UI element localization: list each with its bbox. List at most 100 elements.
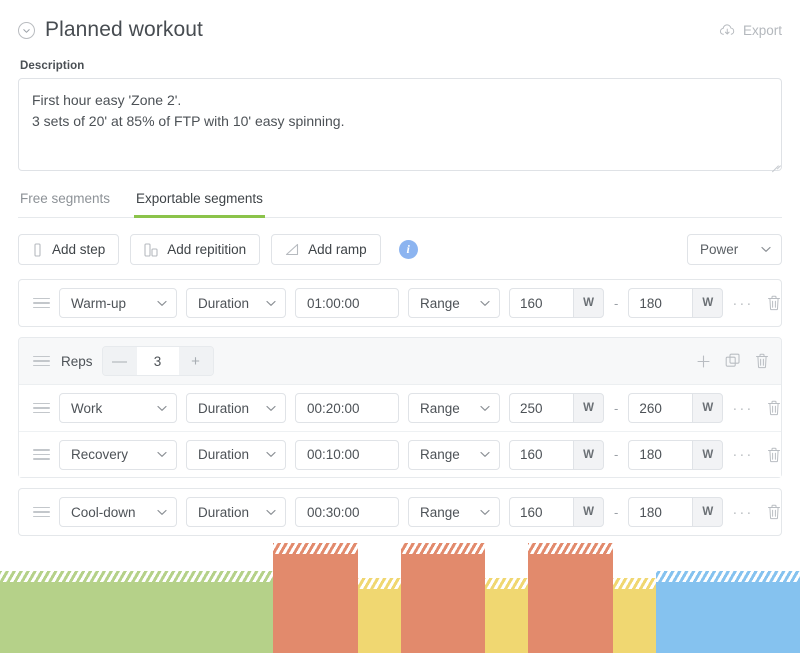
segment-type-value: Cool-down: [71, 504, 136, 520]
add-step-button[interactable]: Add step: [18, 234, 120, 265]
reps-actions: [696, 353, 769, 369]
drag-handle-icon[interactable]: [33, 297, 50, 309]
range-dash: -: [614, 295, 619, 311]
chevron-down-icon: [480, 300, 490, 307]
metric-select[interactable]: Power: [687, 234, 782, 265]
planned-workout-panel: Planned workout Export Description First…: [0, 0, 800, 653]
target-high-group: 180 W: [628, 288, 724, 318]
chevron-down-circle-icon[interactable]: [18, 21, 35, 39]
chart-bar[interactable]: [528, 543, 613, 653]
reps-decrement-button[interactable]: —: [102, 347, 137, 375]
segment-type-select[interactable]: Work: [59, 393, 177, 423]
chevron-down-icon: [266, 509, 276, 516]
chart-bar-body: [655, 570, 800, 653]
delete-group-icon[interactable]: [755, 353, 769, 369]
chart-bar[interactable]: [400, 543, 486, 653]
duration-mode-select[interactable]: Duration: [186, 288, 286, 318]
add-to-group-icon[interactable]: [696, 354, 711, 369]
chart-bar[interactable]: [485, 543, 529, 653]
delete-row-icon[interactable]: [767, 504, 781, 520]
add-repetition-button[interactable]: Add repitition: [130, 234, 261, 265]
target-mode-value: Range: [420, 295, 460, 311]
target-high-input[interactable]: 180: [628, 439, 693, 470]
duration-mode-value: Duration: [198, 295, 250, 311]
chevron-down-icon: [157, 405, 167, 412]
target-low-group: 250 W: [509, 393, 604, 423]
target-high-input[interactable]: 260: [628, 393, 693, 423]
add-repetition-label: Add repitition: [167, 242, 247, 257]
panel-header: Planned workout Export: [0, 0, 800, 50]
target-low-input[interactable]: 160: [509, 497, 573, 527]
chevron-down-icon: [157, 509, 167, 516]
more-options-button[interactable]: ···: [732, 505, 753, 520]
row-actions: ···: [732, 295, 781, 311]
delete-row-icon[interactable]: [767, 447, 781, 463]
duplicate-group-icon[interactable]: [725, 353, 741, 369]
segment-tabs: Free segments Exportable segments: [18, 187, 782, 218]
target-high-unit: W: [692, 393, 724, 423]
description-textarea[interactable]: First hour easy 'Zone 2'. 3 sets of 20' …: [18, 78, 782, 171]
duration-mode-select[interactable]: Duration: [186, 497, 286, 527]
target-mode-select[interactable]: Range: [408, 439, 500, 470]
chart-bar[interactable]: [612, 543, 656, 653]
chart-bar-body: [272, 543, 358, 653]
repetition-group: Reps — 3 + Work Duration 00:20:00 Range …: [18, 337, 782, 478]
chart-bar-body: [357, 578, 401, 653]
reps-count-input[interactable]: 3: [136, 347, 179, 375]
segment-type-value: Warm-up: [71, 295, 127, 311]
table-row: Warm-up Duration 01:00:00 Range 160 W -: [19, 280, 781, 326]
chevron-down-icon: [480, 451, 490, 458]
target-low-input[interactable]: 160: [509, 288, 573, 318]
target-low-input[interactable]: 250: [509, 393, 573, 423]
segment-type-select[interactable]: Warm-up: [59, 288, 177, 318]
chart-bar-body: [528, 543, 613, 653]
chart-bar[interactable]: [655, 543, 800, 653]
add-ramp-button[interactable]: Add ramp: [271, 234, 381, 265]
duration-input[interactable]: 00:10:00: [295, 439, 399, 470]
chart-bar[interactable]: [272, 543, 358, 653]
target-mode-select[interactable]: Range: [408, 393, 500, 423]
chart-bar-hatch-cap: [0, 570, 273, 582]
duration-input[interactable]: 01:00:00: [295, 288, 399, 318]
chart-bar-hatch-cap: [357, 578, 401, 590]
drag-handle-icon[interactable]: [33, 449, 50, 460]
chart-bar[interactable]: [0, 543, 273, 653]
duration-input[interactable]: 00:20:00: [295, 393, 399, 423]
target-high-input[interactable]: 180: [628, 288, 693, 318]
segment-type-select[interactable]: Cool-down: [59, 497, 177, 527]
repetition-icon: [144, 242, 158, 257]
chart-bar-body: [0, 570, 273, 653]
target-low-group: 160 W: [509, 439, 604, 470]
drag-handle-icon[interactable]: [33, 355, 50, 367]
chart-bar[interactable]: [357, 543, 401, 653]
export-button[interactable]: Export: [719, 23, 782, 38]
delete-row-icon[interactable]: [767, 295, 781, 311]
delete-row-icon[interactable]: [767, 400, 781, 416]
range-dash: -: [614, 504, 619, 520]
duration-mode-select[interactable]: Duration: [186, 439, 286, 470]
target-high-unit: W: [692, 497, 724, 527]
drag-handle-icon[interactable]: [33, 402, 50, 414]
more-options-button[interactable]: ···: [732, 447, 753, 462]
ramp-icon: [285, 243, 299, 256]
target-high-input[interactable]: 180: [628, 497, 693, 527]
info-icon[interactable]: i: [398, 240, 418, 259]
more-options-button[interactable]: ···: [732, 296, 753, 311]
tab-free-segments[interactable]: Free segments: [18, 187, 112, 218]
tab-exportable-segments[interactable]: Exportable segments: [134, 187, 265, 218]
target-low-input[interactable]: 160: [509, 439, 573, 470]
drag-handle-icon[interactable]: [33, 506, 50, 518]
chart-bar-body: [612, 578, 656, 653]
duration-mode-select[interactable]: Duration: [186, 393, 286, 423]
target-mode-select[interactable]: Range: [408, 497, 500, 527]
target-low-group: 160 W: [509, 497, 604, 527]
segment-type-select[interactable]: Recovery: [59, 439, 177, 470]
more-options-button[interactable]: ···: [732, 401, 753, 416]
resize-handle[interactable]: [769, 157, 781, 173]
duration-input[interactable]: 00:30:00: [295, 497, 399, 527]
target-high-unit: W: [692, 439, 724, 470]
target-mode-value: Range: [420, 400, 460, 416]
target-mode-select[interactable]: Range: [408, 288, 500, 318]
reps-increment-button[interactable]: +: [178, 347, 213, 375]
chevron-down-icon: [157, 451, 167, 458]
